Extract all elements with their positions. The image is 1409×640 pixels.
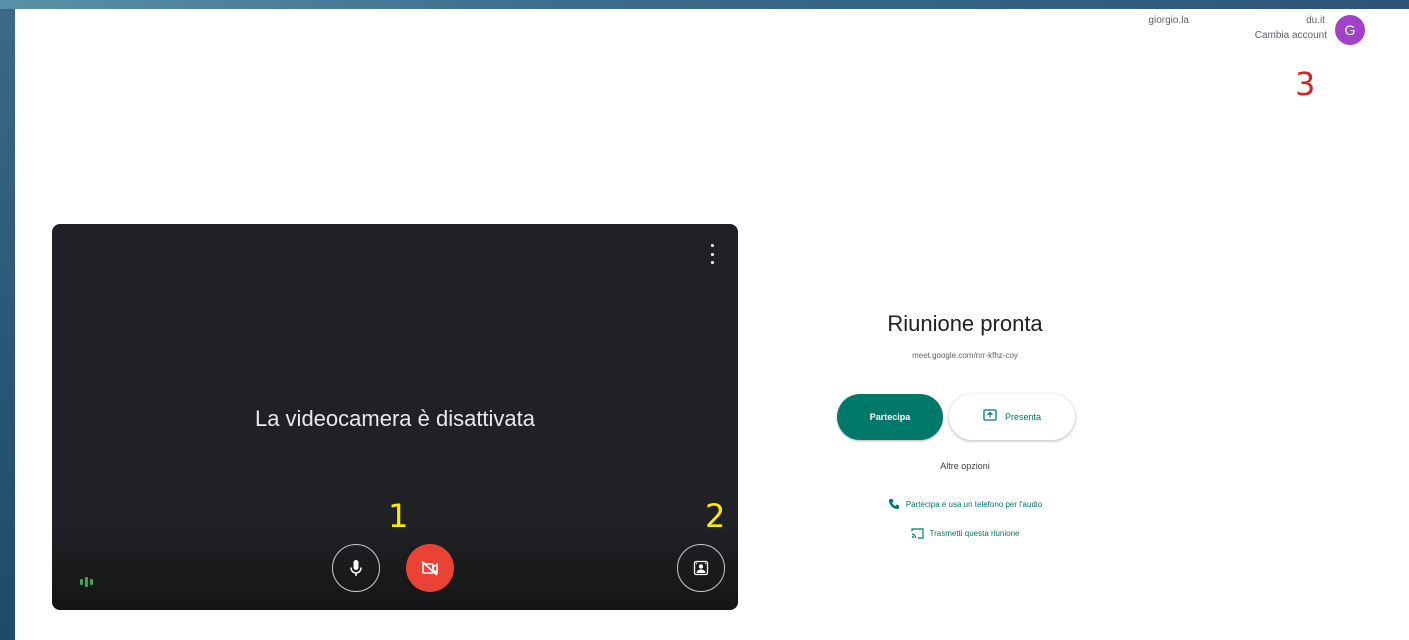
join-with-phone-label: Partecipa e usa un telefono per l'audio (905, 499, 1043, 509)
join-with-phone-link[interactable]: Partecipa e usa un telefono per l'audio (825, 498, 1105, 510)
present-icon (983, 395, 997, 441)
visual-effects-button[interactable] (677, 544, 725, 592)
avatar[interactable]: G (1335, 15, 1365, 45)
join-actions: Partecipa Presenta (837, 394, 1093, 440)
annotation-marker-2: 2 (705, 497, 726, 535)
videocam-off-icon (421, 560, 438, 576)
meeting-url: meet.google.com/nrr-kfhz-coy (912, 351, 1018, 360)
meet-page: giorgio.la du.it Cambia account G 3 La v… (15, 9, 1409, 640)
account-email: giorgio.la (1148, 15, 1189, 26)
join-panel: Riunione pronta meet.google.com/nrr-kfhz… (825, 311, 1105, 539)
switch-account-link[interactable]: Cambia account (1255, 30, 1327, 41)
present-button[interactable]: Presenta (949, 394, 1075, 440)
annotation-marker-1: 1 (388, 497, 409, 535)
join-button[interactable]: Partecipa (837, 394, 943, 440)
more-options-label: Altre opzioni (940, 461, 990, 471)
slide-left-bar (0, 0, 15, 640)
visual-effects-icon (693, 560, 709, 576)
account-area[interactable]: giorgio.la du.it Cambia account G (1119, 15, 1379, 47)
account-email-domain: du.it (1306, 15, 1325, 26)
audio-level-indicator (80, 576, 94, 588)
camera-off-message: La videocamera è disattivata (254, 406, 536, 431)
slide-top-bar (0, 0, 1409, 9)
more-vert-icon[interactable] (704, 244, 720, 264)
meeting-ready-title: Riunione pronta (887, 311, 1043, 336)
mic-toggle-button[interactable] (332, 544, 380, 592)
phone-icon (888, 499, 899, 509)
video-preview: La videocamera è disattivata (52, 224, 738, 610)
cast-meeting-link[interactable]: Trasmetti questa riunione (825, 528, 1105, 539)
present-label: Presenta (1004, 412, 1042, 422)
mic-icon (350, 560, 362, 576)
annotation-marker-3: 3 (1295, 65, 1316, 103)
cast-meeting-label: Trasmetti questa riunione (929, 529, 1020, 538)
cast-icon (910, 528, 924, 539)
camera-toggle-button[interactable] (406, 544, 454, 592)
